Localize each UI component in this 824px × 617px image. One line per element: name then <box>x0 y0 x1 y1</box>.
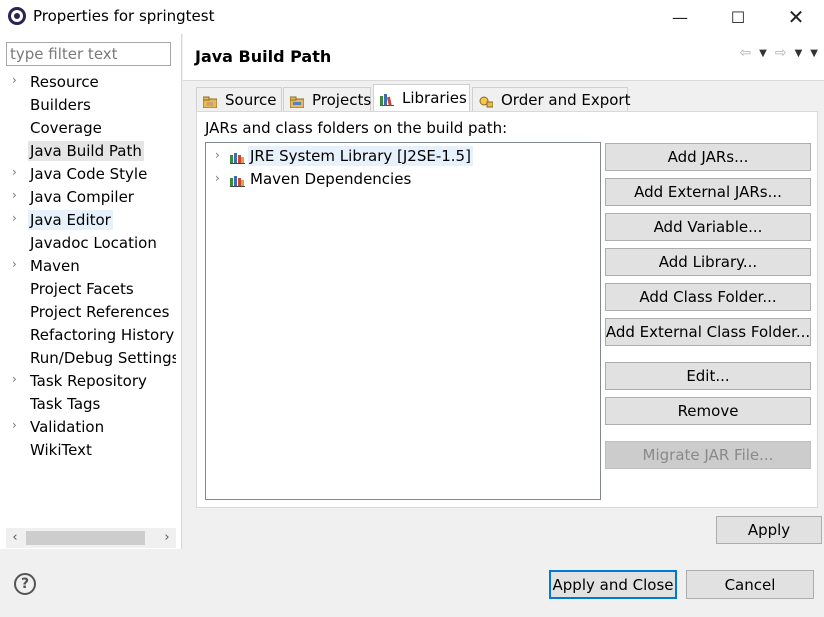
help-icon[interactable]: ? <box>14 573 36 595</box>
back-dropdown-icon[interactable]: ▼ <box>759 48 767 59</box>
libraries-label: JARs and class folders on the build path… <box>205 119 508 137</box>
nav-item-wikitext[interactable]: WikiText <box>0 439 176 462</box>
order-export-icon <box>479 94 494 107</box>
expand-chevron-icon[interactable]: › <box>12 257 17 271</box>
nav-item-label: WikiText <box>30 441 92 459</box>
nav-item-maven[interactable]: › Maven <box>0 255 176 278</box>
nav-item-label: Validation <box>30 418 105 436</box>
nav-item-task-tags[interactable]: Task Tags <box>0 393 176 416</box>
edit-button[interactable]: Edit... <box>605 362 811 390</box>
nav-item-label: Task Repository <box>30 372 147 390</box>
nav-item-label: Java Code Style <box>30 165 148 183</box>
nav-item-label: Coverage <box>30 119 102 137</box>
add-external-jars-button[interactable]: Add External JARs... <box>605 178 811 206</box>
apply-and-close-button[interactable]: Apply and Close <box>549 570 677 599</box>
projects-folder-icon <box>289 94 305 108</box>
nav-item-run-debug-settings[interactable]: Run/Debug Settings <box>0 347 176 370</box>
nav-item-java-editor[interactable]: › Java Editor <box>0 209 176 232</box>
nav-item-refactoring-history[interactable]: Refactoring History <box>0 324 176 347</box>
add-class-folder-button[interactable]: Add Class Folder... <box>605 283 811 311</box>
tab-projects[interactable]: Projects <box>283 87 371 111</box>
expand-chevron-icon[interactable]: › <box>12 165 17 179</box>
source-folder-icon <box>202 94 218 108</box>
nav-item-label: Resource <box>30 73 99 91</box>
nav-item-java-compiler[interactable]: › Java Compiler <box>0 186 176 209</box>
add-library-button[interactable]: Add Library... <box>605 248 811 276</box>
tab-source[interactable]: Source <box>196 87 282 111</box>
library-icon <box>380 92 394 107</box>
expand-chevron-icon[interactable]: › <box>12 211 17 225</box>
add-variable-button[interactable]: Add Variable... <box>605 213 811 241</box>
add-external-class-folder-button[interactable]: Add External Class Folder... <box>605 318 811 346</box>
nav-item-resource[interactable]: › Resource <box>0 71 176 94</box>
maximize-button[interactable]: ☐ <box>715 0 761 34</box>
nav-horizontal-scrollbar[interactable]: ‹ › <box>6 528 176 548</box>
cancel-button[interactable]: Cancel <box>686 570 814 599</box>
nav-item-label: Refactoring History <box>30 326 175 344</box>
back-arrow-icon[interactable]: ⇦ <box>739 45 751 61</box>
nav-item-label: Project Facets <box>30 280 134 298</box>
window-title: Properties for springtest <box>33 7 215 25</box>
expand-chevron-icon[interactable]: › <box>12 188 17 202</box>
apply-button[interactable]: Apply <box>716 516 822 544</box>
history-nav: ⇦ ▼ ⇨ ▼ ▼ <box>739 45 818 61</box>
properties-nav-panel: › Resource Builders Coverage Java Build Path… <box>0 34 182 549</box>
expand-chevron-icon[interactable]: › <box>12 418 17 432</box>
nav-item-validation[interactable]: › Validation <box>0 416 176 439</box>
nav-item-label: Run/Debug Settings <box>30 349 176 367</box>
nav-item-builders[interactable]: Builders <box>0 94 176 117</box>
nav-item-label: Java Editor <box>28 210 113 230</box>
page-header: Java Build Path ⇦ ▼ ⇨ ▼ ▼ <box>183 34 824 81</box>
title-bar: Properties for springtest — ☐ ✕ <box>0 0 824 34</box>
remove-button[interactable]: Remove <box>605 397 811 425</box>
minimize-button[interactable]: — <box>657 0 703 34</box>
forward-arrow-icon[interactable]: ⇨ <box>775 45 787 61</box>
scroll-left-icon[interactable]: ‹ <box>6 528 24 548</box>
eclipse-icon <box>8 7 26 25</box>
nav-item-label: Java Build Path <box>28 141 144 161</box>
view-menu-icon[interactable]: ▼ <box>810 48 818 59</box>
nav-item-java-build-path[interactable]: Java Build Path <box>0 140 176 163</box>
nav-item-java-code-style[interactable]: › Java Code Style <box>0 163 176 186</box>
library-icon <box>230 173 245 187</box>
nav-item-coverage[interactable]: Coverage <box>0 117 176 140</box>
filter-input[interactable] <box>6 42 171 66</box>
library-icon <box>230 150 245 164</box>
nav-item-task-repository[interactable]: › Task Repository <box>0 370 176 393</box>
build-path-library-tree[interactable]: › JRE System Library [J2SE-1.5] › Maven … <box>205 142 601 500</box>
expand-chevron-icon[interactable]: › <box>12 372 17 386</box>
expand-chevron-icon[interactable]: › <box>12 73 17 87</box>
nav-item-label: Builders <box>30 96 91 114</box>
scroll-right-icon[interactable]: › <box>158 528 176 548</box>
close-button[interactable]: ✕ <box>773 0 819 34</box>
nav-item-label: Javadoc Location <box>30 234 157 252</box>
migrate-jar-button[interactable]: Migrate JAR File... <box>605 441 811 469</box>
nav-item-label: Java Compiler <box>30 188 134 206</box>
page-title: Java Build Path <box>195 47 332 66</box>
scroll-thumb[interactable] <box>26 531 145 545</box>
nav-item-javadoc-location[interactable]: Javadoc Location <box>0 232 176 255</box>
nav-item-project-facets[interactable]: Project Facets <box>0 278 176 301</box>
nav-item-label: Maven <box>30 257 80 275</box>
nav-item-label: Task Tags <box>30 395 101 413</box>
forward-dropdown-icon[interactable]: ▼ <box>795 48 803 59</box>
expand-chevron-icon[interactable]: › <box>215 171 220 185</box>
tab-order-and-export[interactable]: Order and Export <box>472 87 631 111</box>
add-jars-button[interactable]: Add JARs... <box>605 143 811 171</box>
tab-libraries[interactable]: Libraries <box>373 84 470 111</box>
nav-item-label: Project References <box>30 303 170 321</box>
nav-item-project-references[interactable]: Project References <box>0 301 176 324</box>
expand-chevron-icon[interactable]: › <box>215 148 220 162</box>
